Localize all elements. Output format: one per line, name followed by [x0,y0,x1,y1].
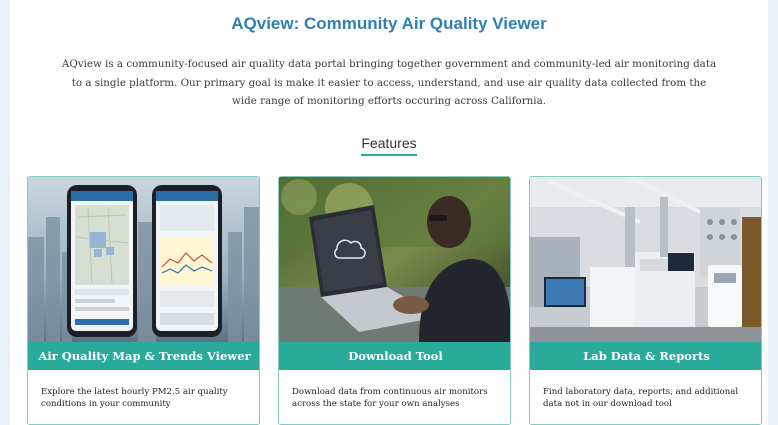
laptop-download-image [279,177,510,342]
card-air-quality-map[interactable]: Air Quality Map & Trends Viewer Explore … [27,176,260,425]
features-heading: Features [0,135,778,156]
card-title[interactable]: Air Quality Map & Trends Viewer [28,342,259,370]
card-title[interactable]: Download Tool [279,342,510,370]
card-description: Find laboratory data, reports, and addit… [543,387,739,409]
card-download-tool[interactable]: Download Tool Download data from continu… [278,176,511,425]
page-title: AQview: Community Air Quality Viewer [231,14,547,33]
card-description: Download data from continuous air monito… [292,387,488,409]
laboratory-image [530,177,761,342]
features-heading-label: Features [361,135,417,156]
phones-screenshot-image [28,177,259,342]
card-lab-data[interactable]: Lab Data & Reports Find laboratory data,… [529,176,762,425]
card-title[interactable]: Lab Data & Reports [530,342,761,370]
intro-text: AQview is a community-focused air qualit… [61,58,717,107]
card-description: Explore the latest hourly PM2.5 air qual… [41,387,228,409]
